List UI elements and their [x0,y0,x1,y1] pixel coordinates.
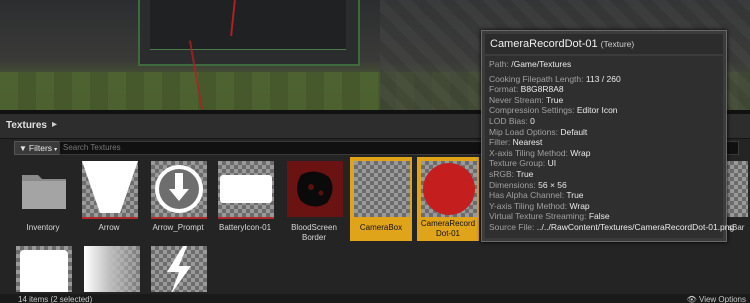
camerabox-thumbnail [354,161,410,217]
asset-tile-bloodscreen-border[interactable]: BloodScreen Border [283,159,345,247]
property-key: LOD Bias: [489,115,528,126]
battery-thumbnail [218,161,274,217]
asset-label: CameraBox [359,223,403,232]
property-value: False [588,211,610,222]
tooltip-property-row: Y-axis Tiling Method: Wrap [489,201,719,212]
breadcrumb-folder[interactable]: Textures [6,120,47,131]
property-value: ../../RawContent/Textures/CameraRecordDo… [536,221,735,232]
tooltip-property-row: X-axis Tiling Method: Wrap [489,148,719,159]
property-value: Default [560,126,588,137]
property-key: Dimensions: [489,179,536,190]
asset-tile-camerabox-selected[interactable]: CameraBox [350,157,412,241]
property-key: Source File: [489,221,535,232]
status-bar: 14 items (2 selected) 👁 View Options [0,294,750,303]
viewport-wall-inner [150,0,346,50]
asset-label: BloodScreen Border [291,223,337,242]
arrow-prompt-thumbnail [151,161,207,217]
tooltip-asset-type: (Texture) [600,39,635,49]
asset-tile-arrow[interactable]: Arrow [78,159,140,247]
tooltip-property-row: Dimensions: 56 × 56 [489,180,719,191]
texture-underline [151,217,207,219]
property-value: Wrap [569,200,590,211]
tooltip-property-row: Cooking Filepath Length: 113 / 260 [489,74,719,85]
asset-label: Arrow [98,223,120,232]
record-dot-thumbnail [421,161,477,217]
asset-tile-battery-icon[interactable]: BatteryIcon-01 [214,159,276,247]
filters-dropdown-icon: ▾ [54,147,58,153]
property-key: Has Alpha Channel: [489,190,565,201]
property-key: sRGB: [489,168,515,179]
eye-icon: 👁 [686,295,699,303]
arrow-thumbnail [82,161,138,217]
property-value: Editor Icon [576,105,618,116]
tooltip-property-row: Path: /Game/Textures [489,59,719,70]
white-square-thumbnail [16,246,72,292]
filter-icon: ▼ [19,144,27,153]
asset-label: Arrow_Prompt [152,223,204,232]
filters-button[interactable]: ▼ Filters ▾ [14,141,63,155]
asset-tile-row2-3[interactable] [147,244,209,292]
view-options-button[interactable]: 👁 View Options [687,295,746,303]
asset-tile-row2-1[interactable] [12,244,74,292]
asset-label: BatteryIcon-01 [218,223,272,232]
property-value: Wrap [570,147,591,158]
property-value: True [566,190,584,201]
property-key: Mip Load Options: [489,126,558,137]
asset-tile-inventory[interactable]: Inventory [12,159,74,247]
bloodscreen-thumbnail [287,161,343,217]
property-key: Compression Settings: [489,105,575,116]
asset-tile-row2-2[interactable] [80,244,142,292]
tooltip-property-row: Texture Group: UI [489,158,719,169]
property-value: True [516,168,534,179]
property-key: Never Stream: [489,94,544,105]
property-value: /Game/Textures [511,59,572,69]
property-key: Format: [489,84,519,95]
item-count: 14 items (2 selected) [18,295,93,303]
tooltip-property-row: Never Stream: True [489,95,719,106]
asset-label: CameraRecord Dot-01 [420,219,476,238]
tooltip-header: CameraRecordDot-01 (Texture) [485,34,723,54]
lightning-thumbnail [151,246,207,292]
property-value: 56 × 56 [538,179,567,190]
asset-tile-camerarecord-dot-selected[interactable]: CameraRecord Dot-01 [417,157,479,241]
breadcrumb-arrow-icon[interactable]: ▸ [52,119,57,130]
texture-underline [82,217,138,219]
tooltip-property-row: LOD Bias: 0 [489,116,719,127]
gradient-thumbnail [84,246,140,292]
asset-label: Inventory [26,223,60,232]
property-key: Path: [489,59,509,69]
tooltip-property-row: Virtual Texture Streaming: False [489,211,719,222]
property-value: 0 [530,115,535,126]
tooltip-property-row: Filter: Nearest [489,137,719,148]
property-key: Y-axis Tiling Method: [489,200,568,211]
property-key: Texture Group: [489,158,546,169]
tooltip-title: CameraRecordDot-01 (Texture) [490,38,634,50]
property-key: X-axis Tiling Method: [489,147,568,158]
tooltip-property-row: Compression Settings: Editor Icon [489,105,719,116]
property-key: Filter: [489,137,511,148]
asset-tile-arrow-prompt[interactable]: Arrow_Prompt [147,159,209,247]
property-value: UI [547,158,557,169]
property-value: B8G8R8A8 [520,84,564,95]
property-key: Virtual Texture Streaming: [489,211,587,222]
tooltip-property-row: Source File: ../../RawContent/Textures/C… [489,221,734,233]
property-value: True [546,94,564,105]
tooltip-asset-name: CameraRecordDot-01 [490,38,598,50]
property-value: Nearest [512,137,543,148]
asset-tooltip: CameraRecordDot-01 (Texture) Path: /Game… [481,30,734,242]
filters-label: Filters [28,143,53,153]
tooltip-property-row: Format: B8G8R8A8 [489,84,719,95]
folder-icon [16,161,72,217]
property-key: Cooking Filepath Length: [489,73,584,84]
tooltip-property-row: Has Alpha Channel: True [489,190,719,201]
tooltip-properties: Path: /Game/Textures Cooking Filepath Len… [485,56,734,238]
view-options-label: View Options [699,295,746,303]
texture-underline [218,217,274,219]
property-value: 113 / 260 [585,73,621,84]
tooltip-property-row: Mip Load Options: Default [489,127,719,138]
tooltip-property-row: sRGB: True [489,169,719,180]
